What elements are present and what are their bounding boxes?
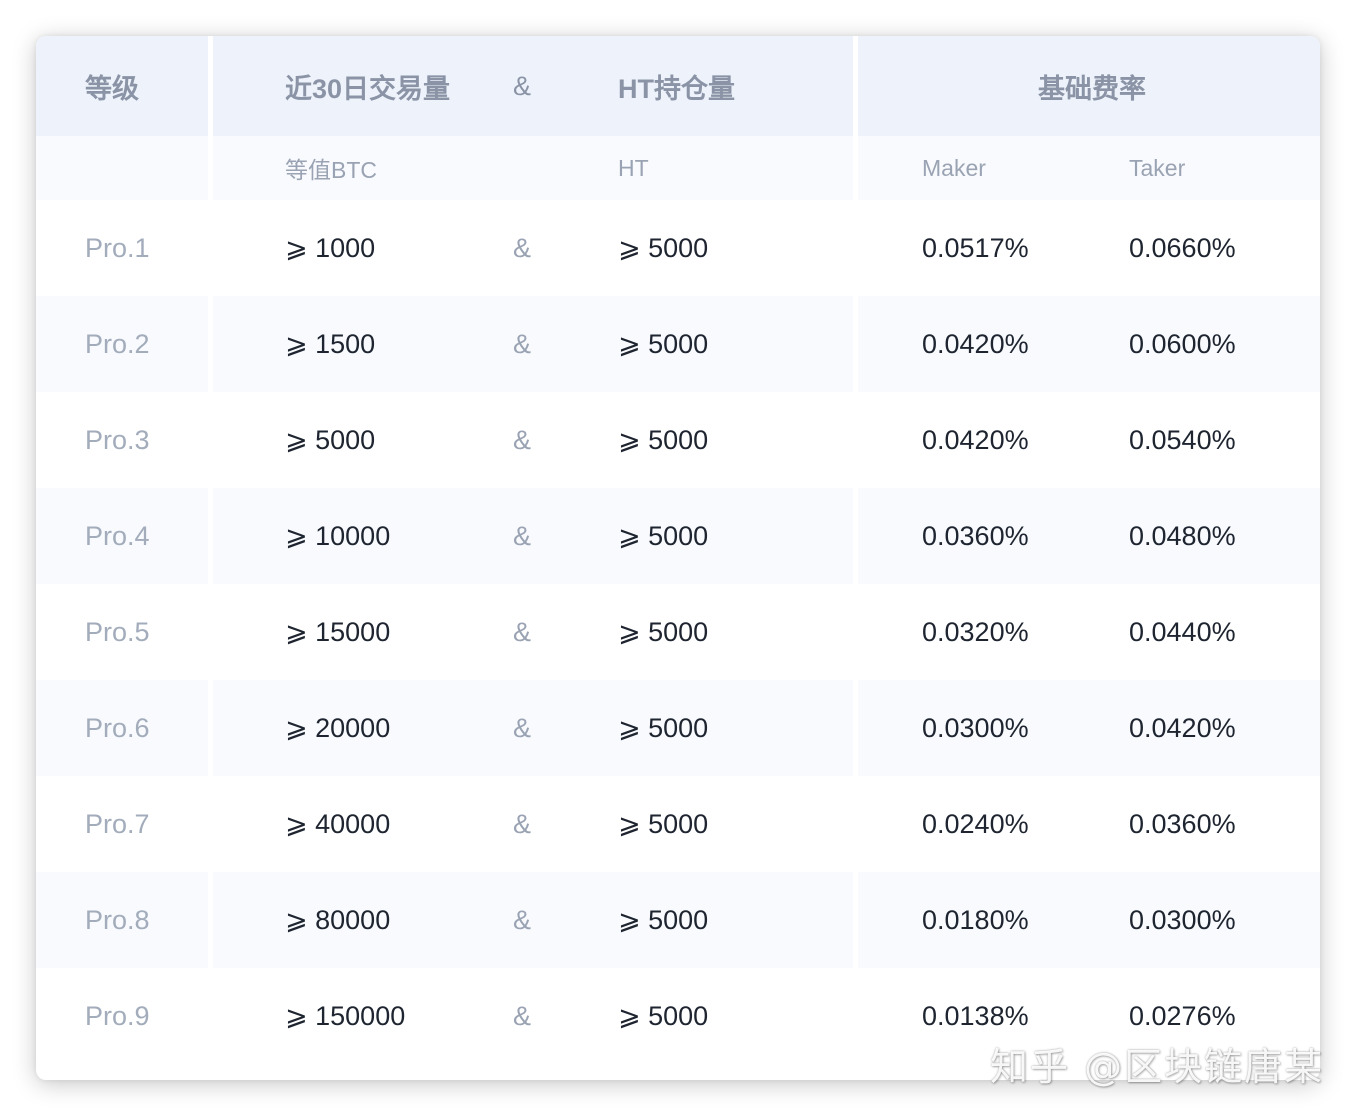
row-taker-rate: 0.0480% bbox=[1129, 520, 1236, 551]
table-row: Pro.6 ⩾ 20000 & ⩾ 5000 0.0300% 0.0420% bbox=[36, 680, 1320, 776]
row-maker-rate: 0.0180% bbox=[922, 904, 1029, 935]
row-amp: & bbox=[513, 424, 532, 455]
watermark: 知乎 @区块链唐某 bbox=[990, 1045, 1325, 1089]
row-volume: ⩾ 15000 bbox=[285, 616, 391, 647]
subheader-maker: Maker bbox=[922, 154, 986, 181]
row-taker-rate: 0.0300% bbox=[1129, 904, 1236, 935]
table-header-row: 等级 近30日交易量 & HT持仓量 基础费率 bbox=[36, 36, 1320, 136]
table-row: Pro.7 ⩾ 40000 & ⩾ 5000 0.0240% 0.0360% bbox=[36, 776, 1320, 872]
table-row: Pro.2 ⩾ 1500 & ⩾ 5000 0.0420% 0.0600% bbox=[36, 296, 1320, 392]
header-amp: & bbox=[513, 70, 532, 101]
row-volume: ⩾ 1500 bbox=[285, 328, 376, 359]
row-level: Pro.3 bbox=[85, 424, 150, 455]
row-amp: & bbox=[513, 712, 532, 743]
header-holding: HT持仓量 bbox=[618, 73, 735, 104]
row-level: Pro.1 bbox=[85, 232, 150, 263]
column-divider bbox=[208, 872, 213, 968]
row-maker-rate: 0.0240% bbox=[922, 808, 1029, 839]
table-subheader-row: 等值BTC HT Maker Taker bbox=[36, 136, 1320, 200]
row-holding: ⩾ 5000 bbox=[618, 1000, 709, 1031]
header-volume: 近30日交易量 bbox=[285, 73, 451, 104]
row-holding: ⩾ 5000 bbox=[618, 520, 709, 551]
row-maker-rate: 0.0320% bbox=[922, 616, 1029, 647]
table-row: Pro.5 ⩾ 15000 & ⩾ 5000 0.0320% 0.0440% bbox=[36, 584, 1320, 680]
subheader-volume-unit: 等值BTC bbox=[285, 157, 377, 183]
table-row: Pro.1 ⩾ 1000 & ⩾ 5000 0.0517% 0.0660% bbox=[36, 200, 1320, 296]
table-row: Pro.4 ⩾ 10000 & ⩾ 5000 0.0360% 0.0480% bbox=[36, 488, 1320, 584]
row-holding: ⩾ 5000 bbox=[618, 328, 709, 359]
row-maker-rate: 0.0300% bbox=[922, 712, 1029, 743]
column-divider bbox=[853, 36, 858, 136]
subheader-holding-unit: HT bbox=[618, 154, 649, 181]
row-taker-rate: 0.0360% bbox=[1129, 808, 1236, 839]
row-amp: & bbox=[513, 616, 532, 647]
row-level: Pro.7 bbox=[85, 808, 150, 839]
row-amp: & bbox=[513, 328, 532, 359]
column-divider bbox=[208, 136, 213, 200]
row-taker-rate: 0.0440% bbox=[1129, 616, 1236, 647]
column-divider bbox=[208, 36, 213, 136]
row-amp: & bbox=[513, 808, 532, 839]
header-level: 等级 bbox=[85, 73, 139, 104]
row-holding: ⩾ 5000 bbox=[618, 616, 709, 647]
row-holding: ⩾ 5000 bbox=[618, 424, 709, 455]
row-level: Pro.4 bbox=[85, 520, 150, 551]
column-divider bbox=[208, 296, 213, 392]
column-divider bbox=[853, 488, 858, 584]
row-holding: ⩾ 5000 bbox=[618, 232, 709, 263]
row-volume: ⩾ 5000 bbox=[285, 424, 376, 455]
row-maker-rate: 0.0360% bbox=[922, 520, 1029, 551]
row-taker-rate: 0.0420% bbox=[1129, 712, 1236, 743]
row-level: Pro.9 bbox=[85, 1000, 150, 1031]
row-volume: ⩾ 1000 bbox=[285, 232, 376, 263]
row-taker-rate: 0.0660% bbox=[1129, 232, 1236, 263]
row-holding: ⩾ 5000 bbox=[618, 712, 709, 743]
row-maker-rate: 0.0420% bbox=[922, 328, 1029, 359]
column-divider bbox=[208, 488, 213, 584]
row-amp: & bbox=[513, 232, 532, 263]
column-divider bbox=[853, 136, 858, 200]
row-amp: & bbox=[513, 904, 532, 935]
row-holding: ⩾ 5000 bbox=[618, 808, 709, 839]
column-divider bbox=[208, 680, 213, 776]
column-divider bbox=[853, 872, 858, 968]
row-level: Pro.6 bbox=[85, 712, 150, 743]
row-holding: ⩾ 5000 bbox=[618, 904, 709, 935]
row-amp: & bbox=[513, 520, 532, 551]
row-taker-rate: 0.0600% bbox=[1129, 328, 1236, 359]
header-base-rate: 基础费率 bbox=[1038, 73, 1146, 104]
row-maker-rate: 0.0517% bbox=[922, 232, 1029, 263]
row-volume: ⩾ 150000 bbox=[285, 1000, 406, 1031]
table-row: Pro.8 ⩾ 80000 & ⩾ 5000 0.0180% 0.0300% bbox=[36, 872, 1320, 968]
row-volume: ⩾ 10000 bbox=[285, 520, 391, 551]
row-level: Pro.8 bbox=[85, 904, 150, 935]
row-taker-rate: 0.0540% bbox=[1129, 424, 1236, 455]
row-amp: & bbox=[513, 1000, 532, 1031]
row-volume: ⩾ 40000 bbox=[285, 808, 391, 839]
fee-table-card: 等级 近30日交易量 & HT持仓量 基础费率 等值BTC HT Maker T… bbox=[36, 36, 1320, 1080]
column-divider bbox=[853, 296, 858, 392]
column-divider bbox=[853, 680, 858, 776]
row-level: Pro.5 bbox=[85, 616, 150, 647]
row-level: Pro.2 bbox=[85, 328, 150, 359]
table-row: Pro.3 ⩾ 5000 & ⩾ 5000 0.0420% 0.0540% bbox=[36, 392, 1320, 488]
row-volume: ⩾ 80000 bbox=[285, 904, 391, 935]
row-maker-rate: 0.0420% bbox=[922, 424, 1029, 455]
subheader-taker: Taker bbox=[1129, 154, 1186, 181]
row-volume: ⩾ 20000 bbox=[285, 712, 391, 743]
